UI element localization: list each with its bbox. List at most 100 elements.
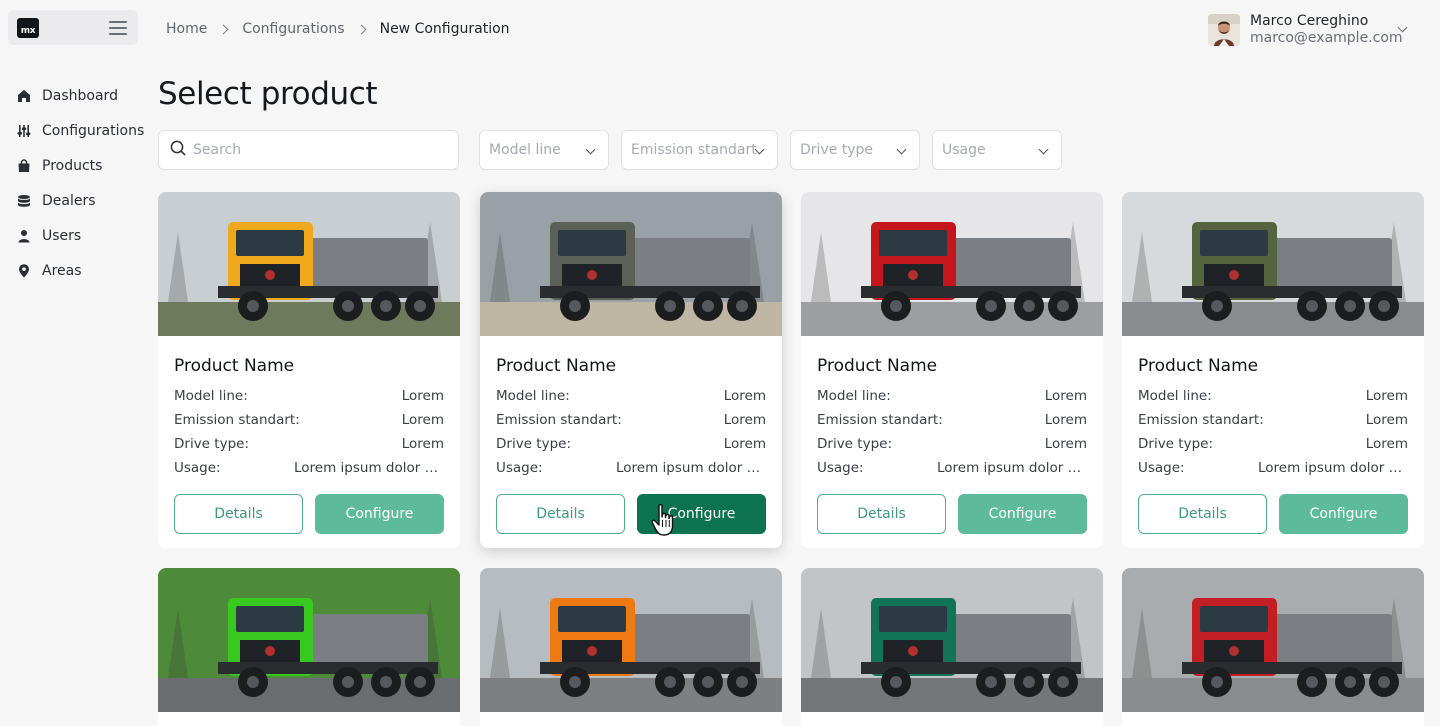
app-logo[interactable]: mx [17,18,39,38]
configure-button[interactable]: Configure [958,494,1087,534]
breadcrumb: Home Configurations New Configuration [166,19,510,39]
spec-row: Drive type: Lorem [174,432,444,456]
product-image [480,192,782,336]
spec-row: Drive type: Lorem [496,432,766,456]
product-card: Product Name Model line: Lorem Emission s… [480,192,782,548]
configure-button[interactable]: Configure [1279,494,1408,534]
filter-emission-standard[interactable]: Emission standart [621,130,778,170]
sidebar-item-dashboard[interactable]: Dashboard [0,78,148,113]
sidebar-item-label: Areas [42,262,82,279]
spec-value: Lorem [723,388,766,404]
product-image [801,192,1103,336]
spec-label: Model line: [496,388,570,404]
product-image [158,568,460,712]
chevron-right-icon [218,24,229,34]
product-image [158,192,460,336]
spec-label: Usage: [496,460,543,476]
spec-row: Usage: Lorem ipsum dolor sit amet [496,456,766,480]
bag-icon [17,158,31,173]
spec-value: Lorem [1365,412,1408,428]
spec-value: Lorem [723,436,766,452]
product-image [801,568,1103,712]
brand-bar: mx [8,10,138,45]
avatar [1208,14,1240,46]
spec-value: Lorem [401,436,444,452]
product-card [801,568,1103,726]
search-input[interactable] [193,142,443,158]
configure-button[interactable]: Configure [637,494,766,534]
spec-row: Model line: Lorem [496,384,766,408]
filter-drive-type[interactable]: Drive type [790,130,920,170]
spec-label: Emission standart: [817,412,943,428]
sidebar-nav: Dashboard Configurations Products Dealer… [0,78,148,288]
spec-row: Emission standart: Lorem [1138,408,1408,432]
filter-usage[interactable]: Usage [932,130,1062,170]
product-card [480,568,782,726]
page-title: Select product [158,76,378,112]
user-info: Marco Cereghino marco@example.com [1250,13,1403,47]
spec-row: Model line: Lorem [1138,384,1408,408]
user-menu[interactable]: Marco Cereghino marco@example.com [1208,12,1418,48]
sidebar: mx Dashboard Configurations Products Dea… [0,0,148,726]
filter-model-line[interactable]: Model line [479,130,609,170]
product-name: Product Name [817,356,938,376]
spec-label: Drive type: [817,436,892,452]
user-icon [17,229,31,243]
search-icon [170,140,186,160]
details-button[interactable]: Details [1138,494,1267,534]
product-image [1122,192,1424,336]
spec-label: Model line: [1138,388,1212,404]
sidebar-item-products[interactable]: Products [0,148,148,183]
spec-label: Model line: [817,388,891,404]
spec-value: Lorem [723,412,766,428]
details-button[interactable]: Details [174,494,303,534]
details-button[interactable]: Details [496,494,625,534]
product-card [1122,568,1424,726]
sidebar-item-label: Products [42,157,103,174]
search-box [158,130,459,170]
spec-label: Drive type: [496,436,571,452]
breadcrumb-home[interactable]: Home [166,21,207,37]
chevron-right-icon [356,24,367,34]
sidebar-item-dealers[interactable]: Dealers [0,183,148,218]
sidebar-item-users[interactable]: Users [0,218,148,253]
sidebar-item-configurations[interactable]: Configurations [0,113,148,148]
product-image [480,568,782,712]
product-card [158,568,460,726]
home-icon [17,89,31,103]
spec-row: Drive type: Lorem [1138,432,1408,456]
breadcrumb-configurations[interactable]: Configurations [242,21,344,37]
spec-value: Lorem [401,388,444,404]
spec-row: Usage: Lorem ipsum dolor sit amet [174,456,444,480]
spec-row: Emission standart: Lorem [174,408,444,432]
filter-placeholder: Emission standart [631,142,757,158]
spec-row: Drive type: Lorem [817,432,1087,456]
spec-row: Emission standart: Lorem [496,408,766,432]
user-email: marco@example.com [1250,30,1403,46]
spec-label: Model line: [174,388,248,404]
spec-label: Drive type: [174,436,249,452]
configure-button[interactable]: Configure [315,494,444,534]
breadcrumb-current: New Configuration [379,21,510,37]
menu-toggle-icon[interactable] [109,20,127,36]
sidebar-item-label: Users [42,227,82,244]
product-name: Product Name [174,356,295,376]
filter-placeholder: Model line [489,142,561,158]
spec-value: Lorem [1044,412,1087,428]
spec-label: Emission standart: [496,412,622,428]
sidebar-item-label: Dealers [42,192,96,209]
spec-value: Lorem ipsum dolor sit amet [616,460,766,476]
spec-label: Usage: [817,460,864,476]
details-button[interactable]: Details [817,494,946,534]
spec-label: Emission standart: [1138,412,1264,428]
product-name: Product Name [1138,356,1259,376]
chevron-down-icon [585,144,596,155]
spec-label: Usage: [1138,460,1185,476]
spec-row: Emission standart: Lorem [817,408,1087,432]
sidebar-item-areas[interactable]: Areas [0,253,148,288]
spec-row: Usage: Lorem ipsum dolor sit amet [817,456,1087,480]
map-pin-icon [17,263,31,278]
spec-value: Lorem ipsum dolor sit amet [1258,460,1408,476]
spec-label: Emission standart: [174,412,300,428]
product-card: Product Name Model line: Lorem Emission s… [1122,192,1424,548]
